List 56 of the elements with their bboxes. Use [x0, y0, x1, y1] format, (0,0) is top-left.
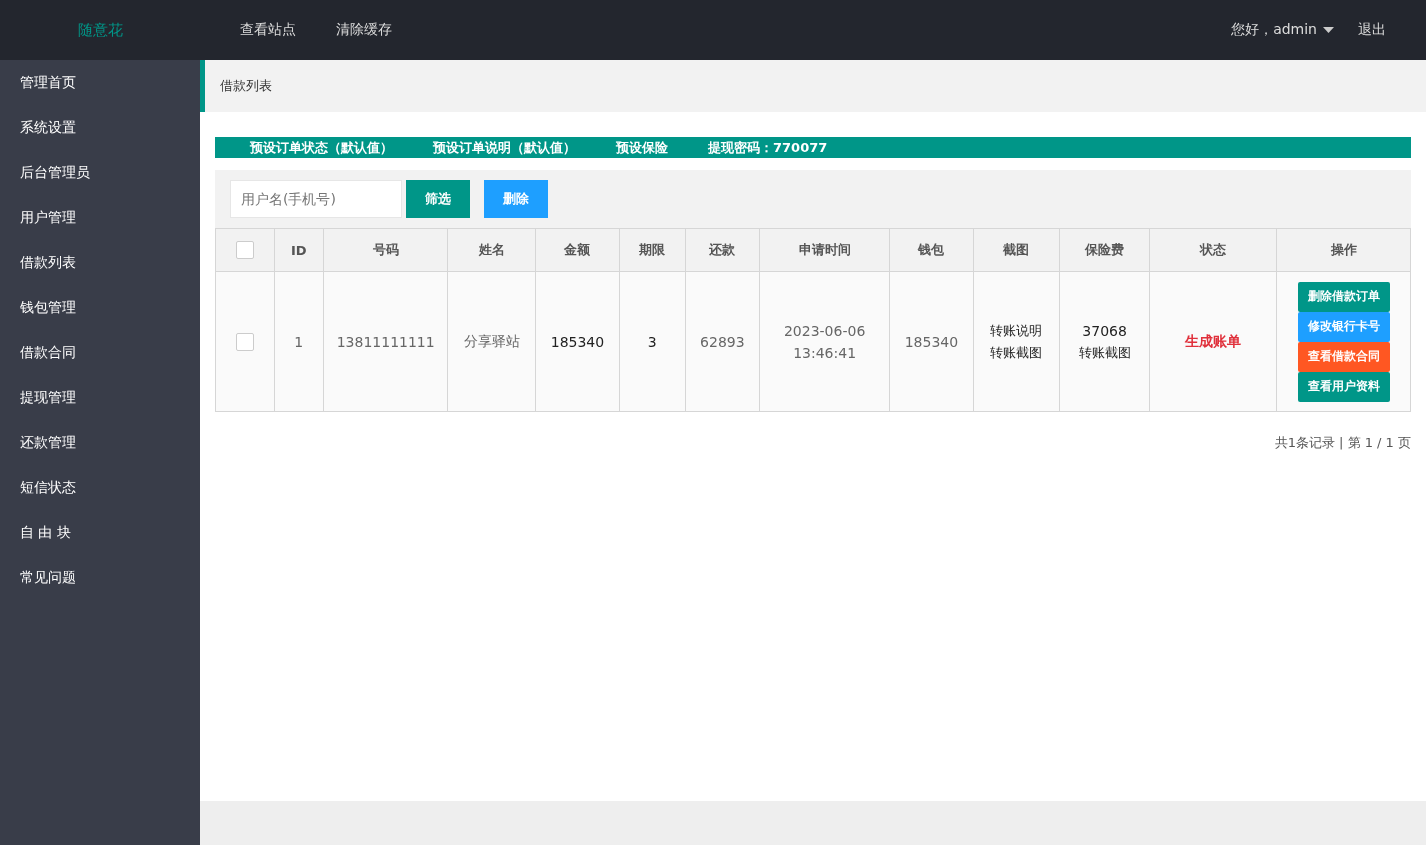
table-cell: 185340: [889, 271, 974, 412]
action-button[interactable]: 查看用户资料: [1297, 371, 1390, 402]
preset-link[interactable]: 预设订单状态（默认值）: [250, 138, 393, 157]
sidebar-item[interactable]: 后台管理员: [0, 150, 200, 195]
screenshot-link[interactable]: 转账说明: [974, 319, 1059, 342]
status-link[interactable]: 生成账单: [1149, 271, 1277, 412]
table-cell: 3: [619, 271, 686, 412]
column-header: 还款: [685, 228, 760, 272]
preset-link[interactable]: 预设保险: [616, 138, 668, 157]
sidebar-item[interactable]: 还款管理: [0, 420, 200, 465]
sidebar-item[interactable]: 常见问题: [0, 555, 200, 600]
filter-button[interactable]: 筛选: [406, 180, 470, 218]
table-cell-text: 转账截图: [1077, 343, 1132, 362]
column-header: 保险费: [1059, 228, 1150, 272]
screenshot-link[interactable]: 转账截图: [974, 341, 1059, 364]
table-cell-text: 13:46:41: [792, 343, 858, 363]
column-header: 姓名: [448, 228, 536, 272]
column-header: 状态: [1149, 228, 1277, 272]
table-cell-text: 2023-06-06: [782, 321, 867, 341]
sidebar-item[interactable]: 借款列表: [0, 240, 200, 285]
caret-icon: [1323, 27, 1334, 33]
column-header: ID: [274, 228, 324, 272]
logout-link[interactable]: 退出: [1358, 21, 1386, 39]
site-logo[interactable]: 随意花: [0, 20, 200, 40]
table-cell: 185340: [535, 271, 620, 412]
column-header: 钱包: [889, 228, 974, 272]
checkbox[interactable]: [235, 241, 254, 259]
search-field[interactable]: 用户名(手机号): [230, 180, 402, 218]
column-header: 截图: [973, 228, 1060, 272]
column-header: 操作: [1276, 228, 1411, 272]
table-cell: 1: [274, 271, 324, 412]
table-cell: 62893: [685, 271, 760, 412]
column-header: 号码: [323, 228, 448, 272]
nav-link[interactable]: 查看站点: [240, 21, 296, 39]
pagination-text: 共1条记录 | 第 1 / 1 页: [1274, 435, 1411, 450]
preset-link[interactable]: 提现密码：770077: [708, 138, 828, 157]
sidebar-item[interactable]: 短信状态: [0, 465, 200, 510]
table-cell-text: 37068: [1081, 321, 1128, 341]
checkbox[interactable]: [235, 332, 254, 351]
table-cell: 分享驿站: [448, 271, 536, 412]
column-header: 金额: [535, 228, 620, 272]
sidebar-item[interactable]: 用户管理: [0, 195, 200, 240]
sidebar-item[interactable]: 自 由 块: [0, 510, 200, 555]
preset-link[interactable]: 预设订单说明（默认值）: [433, 138, 576, 157]
nav-link[interactable]: 清除缓存: [336, 21, 392, 39]
user-menu[interactable]: 您好，admin: [1231, 21, 1334, 39]
column-header: 申请时间: [759, 228, 890, 272]
sidebar-item[interactable]: 提现管理: [0, 375, 200, 420]
column-header: 期限: [619, 228, 686, 272]
breadcrumb-text: 借款列表: [220, 77, 272, 95]
sidebar-item[interactable]: 钱包管理: [0, 285, 200, 330]
sidebar-item[interactable]: 借款合同: [0, 330, 200, 375]
action-button[interactable]: 删除借款订单: [1297, 281, 1390, 312]
sidebar-item[interactable]: 系统设置: [0, 105, 200, 150]
table-cell: 13811111111: [323, 271, 448, 412]
sidebar-item[interactable]: 管理首页: [0, 60, 200, 105]
